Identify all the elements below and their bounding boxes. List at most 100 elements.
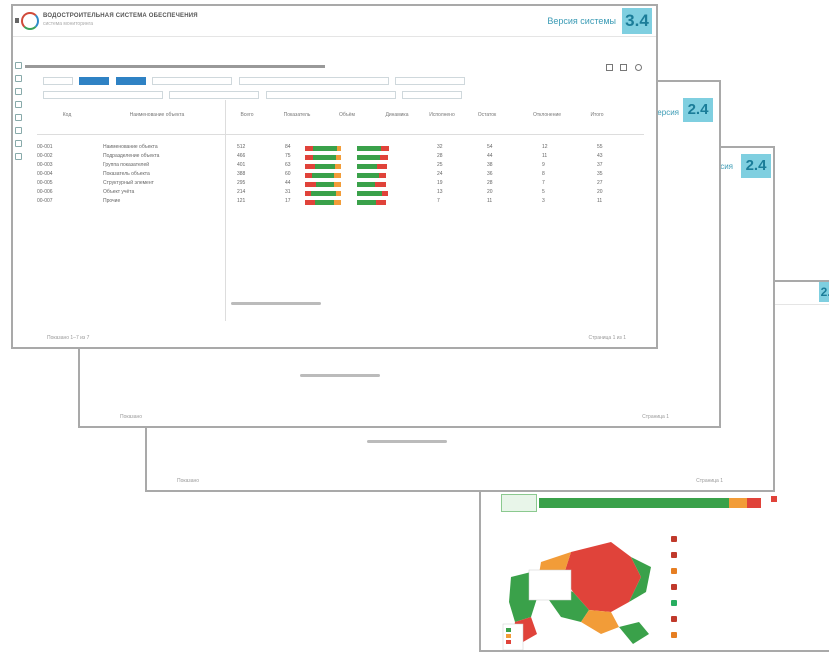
chart-icon[interactable] [15, 88, 22, 95]
org-title: ВОДОСТРОИТЕЛЬНАЯ СИСТЕМА ОБЕСПЕЧЕНИЯ [43, 13, 198, 19]
status-bar-segment [381, 146, 390, 151]
status-bar-segment [357, 182, 375, 187]
pagination[interactable]: Страница 1 [696, 478, 723, 484]
filter-tabs[interactable] [13, 72, 656, 85]
filter-dropdown-a[interactable] [43, 90, 163, 99]
row-value-3: 54 [487, 144, 493, 150]
row-value-4: 11 [542, 153, 548, 159]
row-value-5: 27 [597, 180, 603, 186]
row-code: 00-002 [37, 153, 53, 159]
filter-dropdown-b[interactable] [169, 90, 260, 99]
col-header[interactable]: Остаток [467, 112, 507, 118]
list-icon[interactable] [15, 75, 22, 82]
row-value-4: 3 [542, 198, 545, 204]
status-bar-segment [377, 164, 387, 169]
col-header[interactable]: Итого [577, 112, 617, 118]
pagination[interactable]: Страница 1 из 1 [589, 335, 626, 341]
tab-filter-1[interactable] [43, 76, 73, 85]
row-value-2: 32 [437, 144, 443, 150]
col-header[interactable]: Наименование объекта [97, 112, 217, 118]
row-value-1: 63 [285, 162, 291, 168]
status-bar-segment [305, 173, 313, 178]
horizontal-scrollbar[interactable] [367, 440, 447, 443]
region-list [671, 522, 829, 650]
version-badge: 2.4 [683, 98, 713, 122]
row-value-4: 8 [542, 171, 545, 177]
row-name: Прочие [103, 198, 121, 204]
tab-filter-2[interactable] [79, 76, 110, 85]
horizontal-scrollbar[interactable] [231, 302, 321, 305]
col-header[interactable]: Показатель [272, 112, 322, 118]
row-value-4: 12 [542, 144, 548, 150]
col-header[interactable]: Всего [232, 112, 262, 118]
table-row[interactable]: 00-002 Подразделение объекта 466 75 28 44 11 43 [37, 153, 644, 162]
row-value-1: 84 [285, 144, 291, 150]
search-icon[interactable] [15, 127, 22, 134]
row-value-2: 28 [437, 153, 443, 159]
row-name: Показатель объекта [103, 171, 150, 177]
col-header[interactable]: Объём [327, 112, 367, 118]
data-table: Код Наименование объекта Всего Показател… [37, 100, 644, 321]
row-code: 00-001 [37, 144, 53, 150]
table-row[interactable]: 00-004 Показатель объекта 388 60 24 36 8 35 [37, 171, 644, 180]
table-row[interactable]: 00-005 Структурный элемент 295 44 19 28 7 27 [37, 180, 644, 189]
status-bar-segment [357, 146, 381, 151]
filter-dropdown-d[interactable] [402, 90, 463, 99]
filter-select-1[interactable] [152, 76, 233, 85]
status-bar-segment [378, 173, 386, 178]
table-row[interactable]: 00-001 Наименование объекта 512 84 32 54 12 55 [37, 144, 644, 153]
version-label: Версия системы [547, 16, 616, 26]
row-total: 388 [237, 171, 246, 177]
table-row[interactable]: 00-006 Объект учёта 214 31 13 20 5 20 [37, 189, 644, 198]
row-value-3: 44 [487, 153, 493, 159]
row-code: 00-007 [37, 198, 53, 204]
status-bar-segment [305, 200, 315, 205]
col-header[interactable]: Исполнено [422, 112, 462, 118]
row-total: 512 [237, 144, 246, 150]
settings-icon[interactable] [15, 140, 22, 147]
version-badge: 2.4 [819, 282, 829, 302]
status-bar-segment [357, 164, 378, 169]
report-title-row [13, 58, 656, 71]
col-header[interactable]: Отклонение [527, 112, 567, 118]
col-header[interactable]: Динамика [377, 112, 417, 118]
status-bar-segment [333, 200, 341, 205]
menu-icon[interactable] [15, 18, 19, 23]
row-value-1: 75 [285, 153, 291, 159]
status-bar-segment [335, 164, 341, 169]
row-name: Группа показателей [103, 162, 150, 168]
row-code: 00-003 [37, 162, 53, 168]
row-value-3: 38 [487, 162, 493, 168]
horizontal-scrollbar[interactable] [300, 374, 380, 377]
row-code: 00-005 [37, 180, 53, 186]
row-value-5: 35 [597, 171, 603, 177]
row-value-4: 5 [542, 189, 545, 195]
table-row[interactable]: 00-003 Группа показателей 401 63 25 38 9 37 [37, 162, 644, 171]
filter-row-2[interactable] [13, 86, 656, 99]
map-icon[interactable] [15, 114, 22, 121]
status-bar-segment [336, 191, 341, 196]
grid-icon[interactable] [15, 62, 22, 69]
status-bar-segment [357, 191, 383, 196]
toolbar-icons[interactable] [606, 58, 646, 71]
filter-select-2[interactable] [238, 76, 389, 85]
status-bar-segment [382, 191, 389, 196]
pagination[interactable]: Страница 1 [642, 414, 669, 420]
table-row[interactable]: 00-007 Прочие 121 17 7 11 3 11 [37, 198, 644, 207]
status-bar-segment [333, 182, 341, 187]
filter-icon[interactable] [15, 101, 22, 108]
info-icon[interactable] [15, 153, 22, 160]
region-map[interactable] [501, 522, 671, 652]
status-bar-segment [314, 200, 334, 205]
tab-filter-3[interactable] [115, 76, 146, 85]
row-value-2: 19 [437, 180, 443, 186]
row-total: 121 [237, 198, 246, 204]
filter-select-3[interactable] [395, 76, 466, 85]
row-total: 295 [237, 180, 246, 186]
version-badge: 2.4 [741, 154, 771, 178]
filter-dropdown-c[interactable] [265, 90, 396, 99]
table-footer-info: Показано 1–7 из 7 [47, 335, 90, 341]
row-total: 401 [237, 162, 246, 168]
table-footer-info: Показано [177, 478, 200, 484]
col-header[interactable]: Код [37, 112, 97, 118]
